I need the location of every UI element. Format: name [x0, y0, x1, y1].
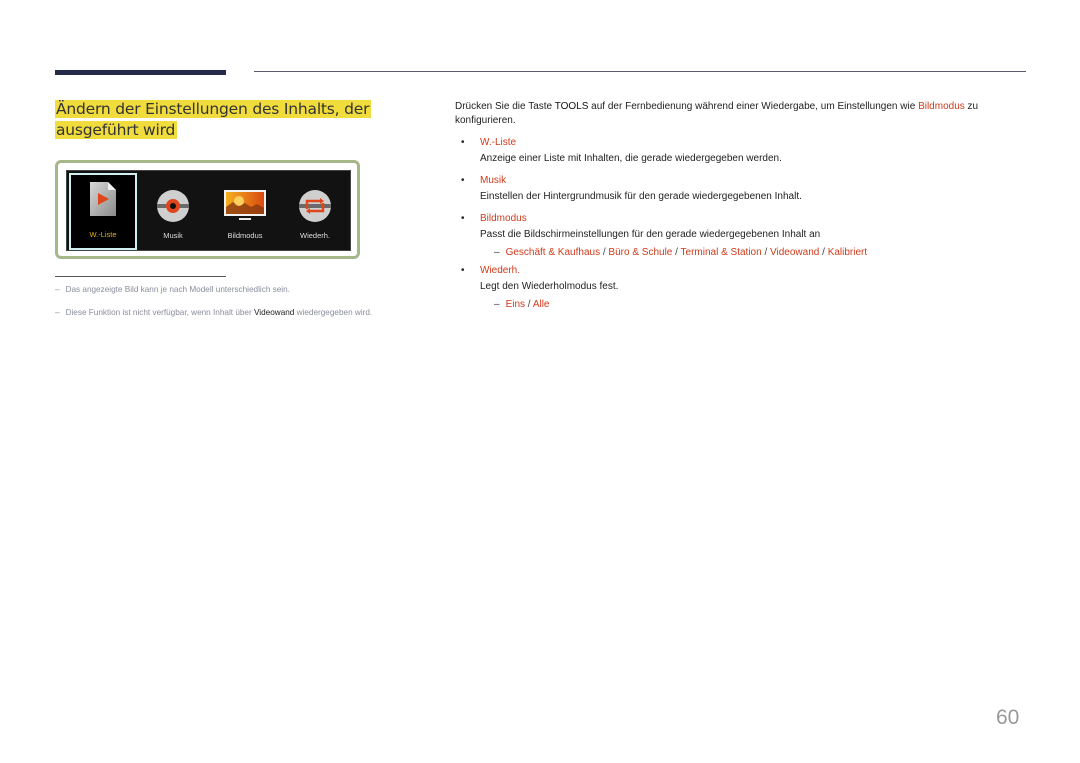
option-alle: Alle — [532, 299, 550, 310]
option-geschaeft-kaufhaus: Geschäft & Kaufhaus — [505, 247, 601, 258]
intro-text: Drücken Sie die Taste — [455, 101, 555, 112]
main-content: Drücken Sie die Taste TOOLS auf der Fern… — [455, 100, 1025, 314]
intro-text: auf der Fernbedienung während einer Wied… — [588, 101, 919, 112]
bullet-icon: • — [461, 213, 465, 224]
option-separator: / — [675, 247, 678, 258]
option-videowand: Videowand — [770, 247, 820, 258]
music-disc-icon — [157, 190, 189, 222]
bullet-description: Anzeige einer Liste mit Inhalten, die ge… — [480, 153, 782, 164]
option-separator: / — [602, 247, 606, 258]
menu-tile-label: Wiederh. — [299, 231, 330, 240]
option-separator: / — [764, 247, 768, 258]
tools-menu-screenshot: W.-Liste Musik Bildmodus Wiederh. — [66, 170, 351, 251]
option-dash: – — [494, 247, 500, 258]
bullet-description: Legt den Wiederholmodus fest. — [480, 281, 619, 292]
option-kalibriert: Kalibriert — [827, 247, 868, 258]
repeat-icon — [299, 190, 331, 222]
option-buero-schule: Büro & Schule — [608, 247, 673, 258]
option-separator: / — [822, 247, 825, 258]
menu-tile-label: W.-Liste — [89, 230, 117, 239]
menu-tile-wiederh: Wiederh. — [280, 171, 350, 250]
note-emphasis: Videowand — [253, 308, 295, 317]
menu-screenshot-frame: W.-Liste Musik Bildmodus Wiederh. — [55, 160, 360, 259]
menu-tile-label: Bildmodus — [227, 231, 263, 240]
note-dash: – — [55, 308, 60, 317]
option-separator: / — [527, 299, 531, 310]
option-dash: – — [494, 299, 500, 310]
header-bar-accent — [55, 70, 226, 75]
bullet-heading: W.-Liste — [480, 137, 517, 148]
bullet-musik: • Musik Einstellen der Hintergrundmusik … — [455, 173, 1025, 205]
menu-tile-musik: Musik — [138, 171, 208, 250]
bullet-icon: • — [461, 265, 465, 276]
bullet-wiederh: • Wiederh. Legt den Wiederholmodus fest.… — [455, 263, 1025, 314]
note-text-pre: Diese Funktion ist nicht verfügbar, wenn… — [65, 308, 254, 317]
menu-tile-bildmodus: Bildmodus — [210, 171, 280, 250]
bullet-description: Einstellen der Hintergrundmusik für den … — [480, 191, 802, 202]
bildmodus-options: – Geschäft & Kaufhaus / Büro & Schule / T… — [480, 244, 1025, 262]
note-2: – Diese Funktion ist nicht verfügbar, wen… — [55, 308, 372, 317]
wiederh-options: – Eins / Alle — [480, 296, 1025, 314]
section-title-line-2: ausgeführt wird — [55, 121, 178, 139]
bullet-icon: • — [461, 175, 465, 186]
bullet-icon: • — [461, 137, 465, 148]
note-1: – Das angezeigte Bild kann je nach Modell… — [55, 285, 290, 294]
note-text-post: wiedergegeben wird. — [294, 308, 373, 317]
playlist-file-icon — [90, 182, 116, 216]
menu-tile-w-liste: W.-Liste — [69, 173, 137, 250]
note-text: Das angezeigte Bild kann je nach Modell … — [65, 285, 290, 294]
menu-tile-label: Musik — [163, 231, 183, 240]
bullet-w-liste: • W.-Liste Anzeige einer Liste mit Inhal… — [455, 135, 1025, 167]
bullet-heading: Wiederh. — [480, 265, 521, 276]
header-rule — [254, 71, 1026, 72]
bullet-bildmodus: • Bildmodus Passt die Bildschirmeinstell… — [455, 211, 1025, 262]
bullet-heading: Bildmodus — [480, 213, 527, 224]
intro-paragraph: Drücken Sie die Taste TOOLS auf der Fern… — [455, 100, 1025, 128]
option-eins: Eins — [505, 299, 526, 310]
bullet-heading: Musik — [480, 175, 507, 186]
picture-mode-icon — [224, 190, 266, 220]
bullet-description: Passt die Bildschirmeinstellungen für de… — [480, 229, 821, 240]
bildmodus-reference: Bildmodus — [918, 101, 965, 112]
option-terminal-station: Terminal & Station — [680, 247, 762, 258]
page-number: 60 — [996, 706, 1020, 729]
section-title: Ändern der Einstellungen des Inhalts, de… — [55, 99, 375, 141]
note-dash: – — [55, 285, 60, 294]
tools-key-label: TOOLS — [554, 101, 589, 112]
section-title-line-1: Ändern der Einstellungen des Inhalts, de… — [55, 100, 372, 118]
notes-rule — [55, 276, 226, 277]
